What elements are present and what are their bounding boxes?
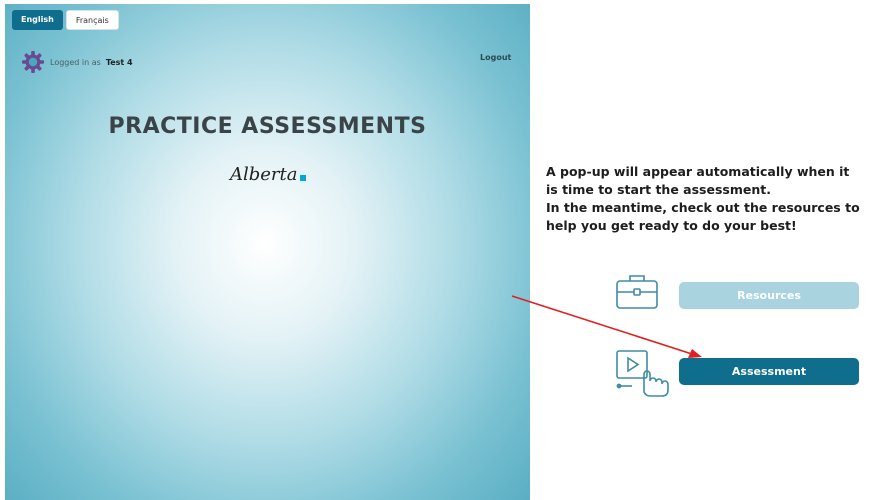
username: Test 4: [105, 57, 133, 67]
resources-button[interactable]: Resources: [679, 282, 859, 309]
gear-icon: [22, 51, 44, 73]
english-button[interactable]: English: [12, 10, 63, 30]
logout-link[interactable]: Logout: [480, 53, 511, 62]
instructions-text: A pop-up will appear automatically when …: [546, 163, 864, 235]
briefcase-icon: [616, 275, 658, 309]
alberta-logo: Alberta: [230, 164, 306, 185]
logged-in-prefix: Logged in as: [50, 57, 101, 67]
french-button[interactable]: Français: [65, 10, 119, 30]
landing-panel: English Français Logged in as Test 4 Log…: [5, 4, 530, 500]
language-switcher: English Français: [12, 10, 119, 30]
user-status: Logged in as Test 4: [21, 50, 133, 74]
alberta-wordmark: Alberta: [230, 164, 298, 185]
app-window: English Français Logged in as Test 4 Log…: [0, 0, 870, 500]
instructions-line-1: A pop-up will appear automatically when …: [546, 164, 850, 197]
alberta-square-mark: [299, 175, 306, 181]
video-touch-icon: [616, 350, 669, 397]
assessment-button[interactable]: Assessment: [679, 358, 859, 385]
instructions-line-2: In the meantime, check out the resources…: [546, 200, 860, 233]
page-title: PRACTICE ASSESSMENTS: [108, 114, 427, 139]
